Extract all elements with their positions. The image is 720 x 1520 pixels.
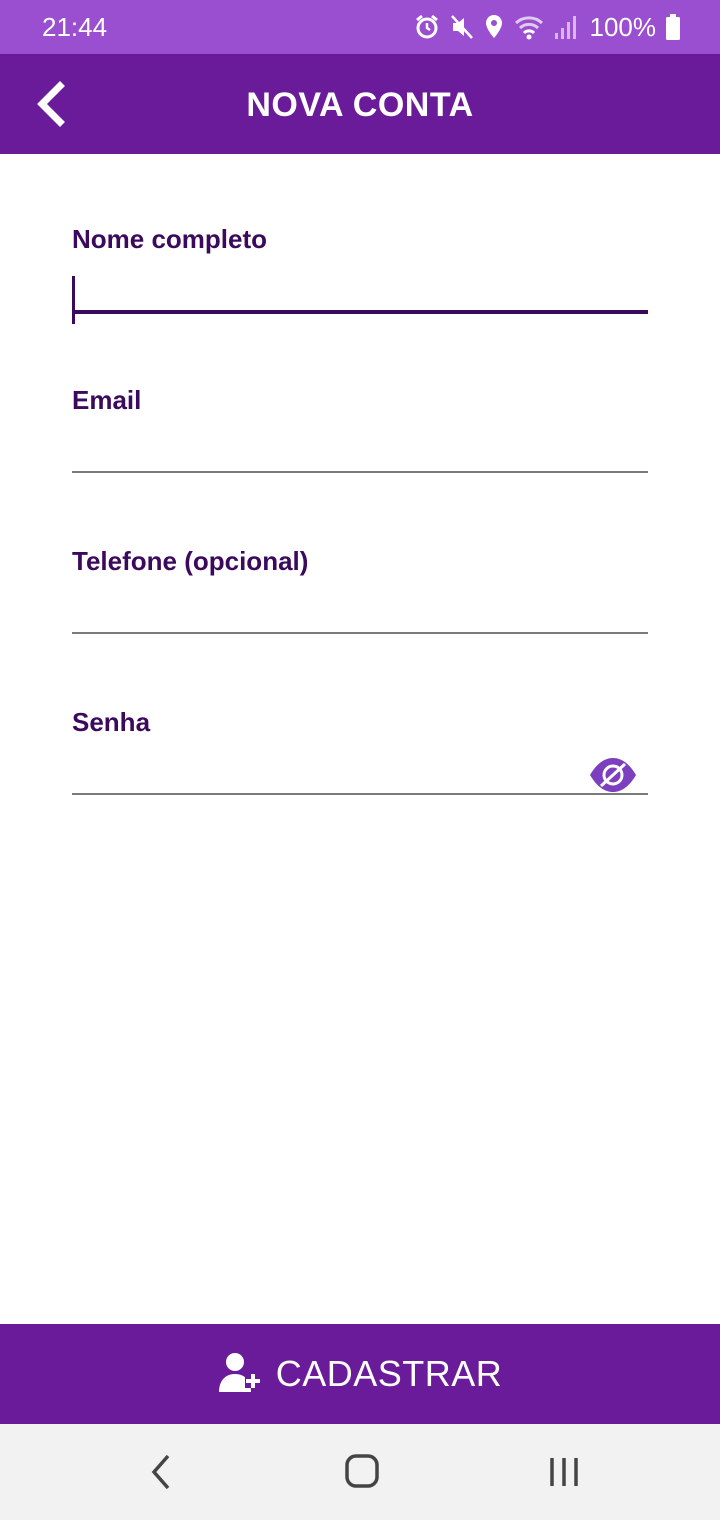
nav-home-icon <box>337 1454 387 1500</box>
wifi-icon <box>514 14 544 40</box>
phone-input[interactable] <box>72 584 648 634</box>
email-label: Email <box>72 385 142 415</box>
email-field-group: Email <box>72 315 648 476</box>
email-input[interactable] <box>72 423 648 473</box>
nav-back-button[interactable] <box>137 1448 187 1496</box>
register-button[interactable]: CADASTRAR <box>0 1324 720 1424</box>
password-visibility-toggle[interactable] <box>588 755 638 795</box>
alarm-icon <box>414 14 440 40</box>
nav-back-icon <box>137 1454 187 1500</box>
mute-icon <box>450 14 474 40</box>
nav-recents-button[interactable] <box>539 1448 589 1496</box>
signal-icon <box>554 14 578 40</box>
location-icon <box>484 14 504 40</box>
status-time: 21:44 <box>42 12 108 42</box>
eye-slash-icon <box>588 758 638 799</box>
nav-home-button[interactable] <box>337 1448 387 1496</box>
app-bar: NOVA CONTA <box>0 54 720 154</box>
password-label: Senha <box>72 707 151 737</box>
password-input[interactable] <box>72 745 648 795</box>
status-icons: 100% <box>414 11 680 42</box>
phone-field-group: Telefone (opcional) <box>72 476 648 637</box>
register-button-label: CADASTRAR <box>275 1353 503 1394</box>
name-field-group: Nome completo <box>72 154 648 324</box>
phone-label: Telefone (opcional) <box>72 546 309 576</box>
nav-recents-icon <box>539 1458 589 1500</box>
page-title: NOVA CONTA <box>246 86 474 124</box>
battery-level: 100% <box>589 11 657 42</box>
status-bar: 21:44 100% <box>0 0 720 54</box>
name-input[interactable] <box>72 262 648 314</box>
system-nav-bar <box>0 1424 720 1520</box>
name-label: Nome completo <box>72 224 268 254</box>
password-field-group: Senha <box>72 637 648 798</box>
user-add-icon <box>218 1350 262 1399</box>
battery-icon <box>666 14 680 40</box>
signup-form: Nome completo Email Telefone (opcional) … <box>72 154 648 798</box>
